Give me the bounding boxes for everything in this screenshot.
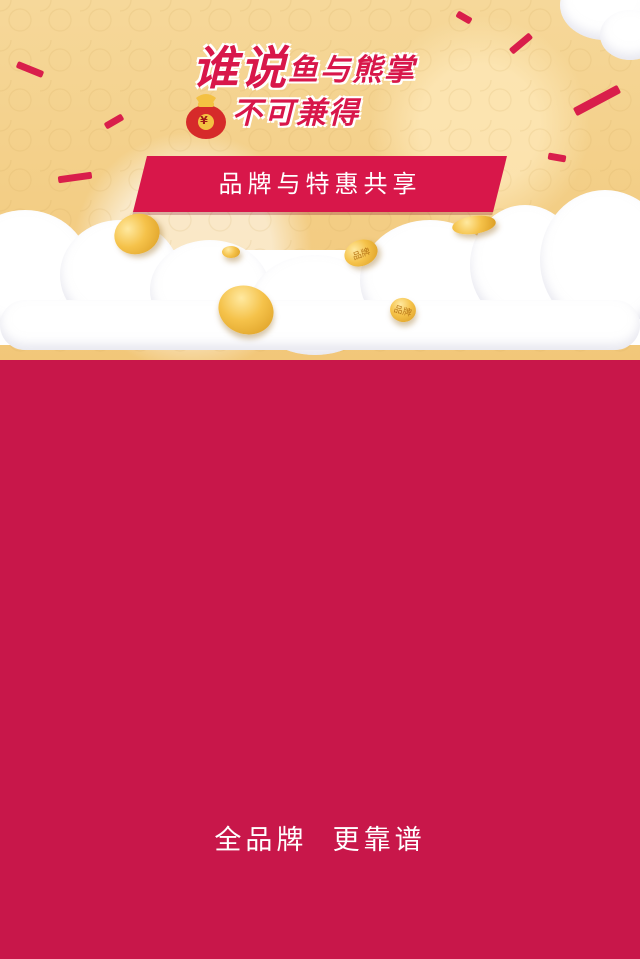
cloud-puff — [0, 300, 640, 350]
hero-title: 谁说鱼与熊掌 ¥ 不可兼得 — [180, 28, 480, 148]
gold-coin — [222, 246, 240, 258]
promo-page: 谁说鱼与熊掌 ¥ 不可兼得 品牌与特惠共享 品牌 品牌 全品牌 更靠谱 — [0, 0, 640, 959]
hero-title-line2: 不可兼得 — [232, 96, 360, 131]
moneybag-symbol: ¥ — [200, 114, 208, 127]
footer-slogan: 全品牌 更靠谱 — [214, 825, 426, 856]
hero-title-main: 谁说 — [192, 41, 288, 95]
slogan-banner-text: 品牌与特惠共享 — [218, 170, 422, 198]
hero-title-sub: 鱼与熊掌 — [288, 53, 416, 88]
